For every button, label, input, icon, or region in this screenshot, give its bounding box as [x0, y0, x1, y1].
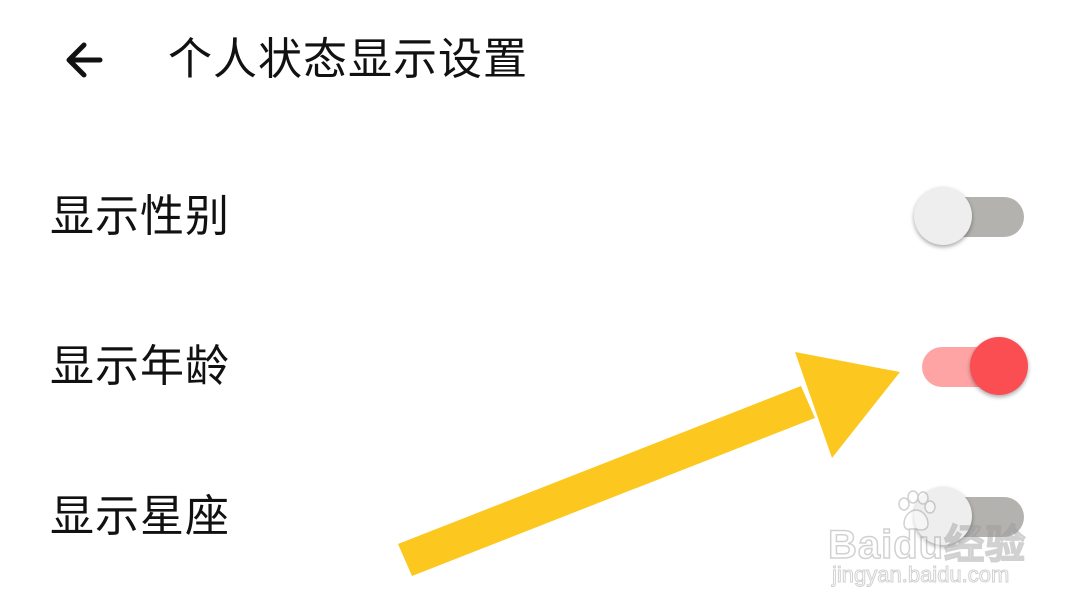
toggle-knob: [914, 187, 972, 245]
toggle-knob: [914, 487, 972, 545]
setting-row-zodiac: 显示星座: [0, 462, 1080, 572]
back-button[interactable]: [56, 34, 112, 86]
setting-label-age: 显示年龄: [50, 341, 230, 392]
setting-row-age: 显示年龄: [0, 312, 1080, 422]
toggle-show-zodiac[interactable]: [914, 487, 1034, 547]
toggle-show-gender[interactable]: [914, 187, 1034, 247]
toggle-knob: [970, 337, 1028, 395]
app-header: 个人状态显示设置: [0, 0, 1080, 120]
toggle-show-age[interactable]: [914, 337, 1034, 397]
page-title: 个人状态显示设置: [168, 34, 528, 85]
setting-row-gender: 显示性别: [0, 162, 1080, 272]
arrow-left-icon: [66, 42, 103, 78]
setting-label-zodiac: 显示星座: [50, 491, 230, 542]
setting-label-gender: 显示性别: [50, 191, 230, 242]
